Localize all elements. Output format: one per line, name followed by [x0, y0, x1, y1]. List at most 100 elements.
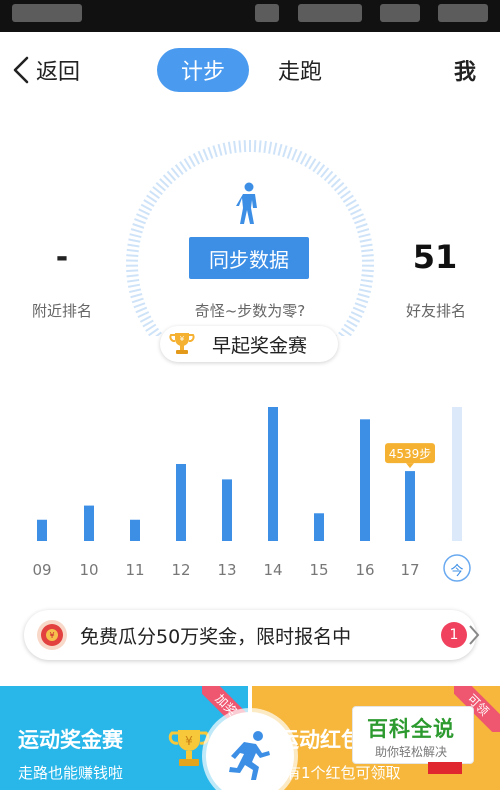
gauge-tick [358, 294, 370, 297]
gauge-tick [269, 142, 271, 154]
gauge-tick [144, 200, 154, 206]
chart-bar[interactable] [360, 419, 370, 541]
gauge-tick [264, 141, 266, 153]
start-run-button[interactable] [206, 712, 294, 800]
gauge-tick [203, 149, 208, 160]
back-button[interactable]: 返回 [10, 52, 80, 88]
status-icon-blur [298, 4, 362, 22]
gauge-tick [126, 270, 138, 271]
gauge-tick [128, 239, 140, 241]
chart-x-tick-label: 17 [400, 561, 419, 579]
gauge-tick [213, 146, 217, 157]
trophy-icon: ¥ [168, 726, 210, 774]
gauge-tick [341, 191, 351, 198]
gauge-tick [134, 303, 145, 307]
gauge-tick [353, 308, 364, 313]
gauge-tick [136, 308, 147, 313]
status-carrier-blur [12, 4, 82, 22]
gauge-tick [362, 270, 374, 271]
hourly-steps-chart: 091011121314151617今4539步 [0, 395, 500, 595]
gauge-tick [274, 143, 277, 155]
chart-bar[interactable] [222, 479, 232, 541]
watermark-title: 百科全说 [367, 713, 455, 743]
trophy-icon: ¥ [168, 330, 196, 358]
gauge-tick [132, 299, 143, 303]
status-icon-blur [380, 4, 420, 22]
gauge-tick [288, 147, 292, 158]
gauge-tick [297, 151, 302, 162]
gauge-tick [143, 320, 153, 326]
gauge-tick [283, 146, 287, 157]
decorative-red-bar [428, 762, 462, 774]
zero-steps-hint-link[interactable]: 奇怪~步数为零? [170, 300, 330, 321]
nearby-rank-value: - [40, 240, 84, 275]
chart-bar[interactable] [176, 464, 186, 541]
gauge-tick [131, 294, 143, 297]
gauge-tick [355, 303, 366, 307]
gauge-tick [184, 159, 190, 169]
chart-x-tick-label: 16 [355, 561, 374, 579]
gauge-tick [245, 140, 246, 152]
chart-bar[interactable] [268, 407, 278, 541]
gauge-tick [180, 162, 187, 172]
svg-text:¥: ¥ [180, 335, 185, 343]
gauge-tick [224, 143, 227, 155]
chart-bar[interactable] [405, 471, 415, 541]
running-person-icon [224, 728, 276, 780]
chart-bar[interactable] [314, 513, 324, 541]
chart-x-tick-label: 15 [309, 561, 328, 579]
tab-steps[interactable]: 计步 [157, 48, 249, 92]
gauge-tick [346, 200, 356, 206]
chart-x-tick-label: 13 [217, 561, 236, 579]
svg-text:¥: ¥ [49, 631, 54, 640]
prize-promo-banner[interactable]: ¥ 免费瓜分50万奖金，限时报名中 1 [24, 610, 476, 660]
gauge-tick [360, 239, 372, 241]
gauge-tick [127, 275, 139, 276]
chart-bar[interactable] [84, 506, 94, 541]
gauge-tick [129, 289, 141, 292]
svg-text:¥: ¥ [185, 734, 193, 748]
chevron-right-icon [468, 624, 480, 646]
sync-data-button[interactable]: 同步数据 [189, 237, 309, 279]
gauge-tick [130, 234, 142, 237]
chart-x-tick-label: 11 [125, 561, 144, 579]
nearby-rank-label[interactable]: 附近排名 [22, 300, 102, 321]
gauge-tick [342, 329, 352, 336]
chart-bar[interactable] [130, 520, 140, 541]
gauge-tick [146, 325, 156, 331]
gauge-tick [128, 245, 140, 247]
gauge-tick [361, 250, 373, 251]
tab-run[interactable]: 走跑 [270, 48, 330, 92]
gauge-tick [128, 285, 140, 287]
gauge-tick [361, 245, 373, 247]
red-envelope-coin-icon: ¥ [36, 619, 68, 651]
gauge-tick [344, 325, 354, 331]
status-icon-blur [255, 4, 279, 22]
friend-rank-label[interactable]: 好友排名 [397, 300, 475, 321]
walking-person-icon [233, 182, 263, 226]
chevron-left-icon [10, 55, 32, 85]
gauge-tick [348, 205, 359, 211]
chart-x-tick-label: 12 [171, 561, 190, 579]
gauge-tick [194, 154, 199, 165]
status-time-blur [438, 4, 488, 22]
gauge-tick [126, 255, 138, 256]
gauge-tick [260, 140, 261, 152]
card-subtitle: 走路也能赚钱啦 [18, 762, 123, 783]
me-link[interactable]: 我 [454, 54, 476, 86]
chart-bar[interactable] [37, 520, 47, 541]
early-rise-contest-button[interactable]: ¥ 早起奖金赛 [160, 326, 338, 362]
gauge-tick [198, 151, 203, 162]
gauge-tick [356, 224, 367, 228]
gauge-tick [150, 191, 160, 198]
top-nav: 返回 计步 走跑 我 [0, 40, 500, 100]
gauge-tick [127, 280, 139, 282]
gauge-tick [139, 209, 150, 214]
gauge-tick [278, 144, 281, 156]
gauge-tick [362, 255, 374, 256]
gauge-tick [234, 141, 236, 153]
gauge-tick [360, 285, 372, 287]
contest-pill-label: 早起奖金赛 [212, 331, 307, 358]
chart-bar[interactable] [452, 407, 462, 541]
watermark-logo: 百科全说 助你轻松解决 [352, 706, 474, 764]
